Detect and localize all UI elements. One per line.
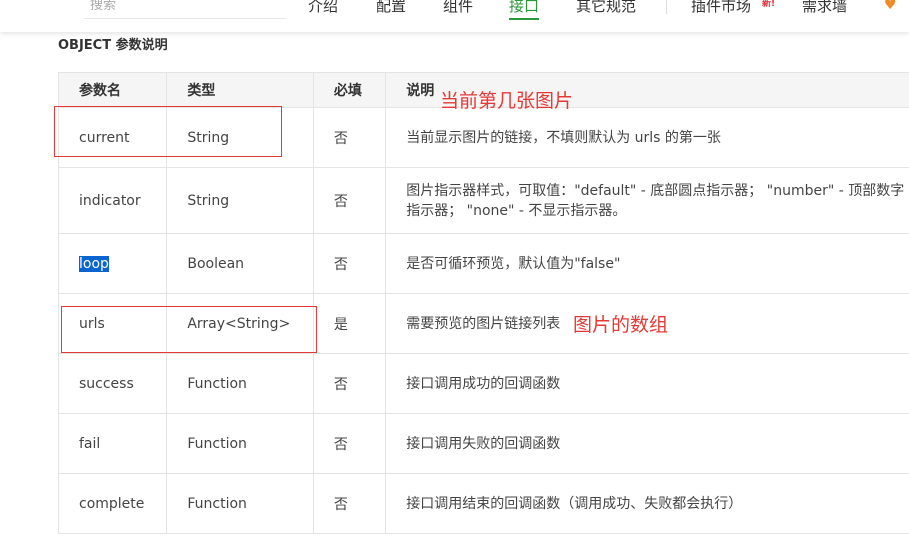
table-row: fail Function 否 接口调用失败的回调函数: [57, 413, 909, 474]
table-row: success Function 否 接口调用成功的回调函数: [57, 353, 909, 414]
param-desc-cell: 当前显示图片的链接，不填则默认为 urls 的第一张: [385, 107, 909, 168]
nav-item-other-specs[interactable]: 其它规范: [576, 0, 636, 16]
header-required: 必填: [312, 72, 387, 108]
param-desc-cell: 图片指示器样式，可取值："default" - 底部圆点指示器； "number…: [385, 167, 909, 234]
annotation-box-current: [54, 106, 282, 157]
param-desc-cell: 是否可循环预览，默认值为"false": [385, 233, 909, 294]
top-nav-bar: 搜索 介绍 配置 组件 接口 其它规范 插件市场 新! 需求墙 ♥: [0, 0, 909, 32]
nav-item-components[interactable]: 组件: [443, 0, 473, 16]
search-input[interactable]: 搜索: [84, 0, 286, 19]
header-type: 类型: [166, 72, 314, 108]
param-type-cell: String: [166, 167, 314, 234]
param-desc-cell: 接口调用成功的回调函数: [385, 353, 909, 414]
heart-icon[interactable]: ♥: [884, 0, 897, 13]
param-type-cell: Function: [166, 473, 314, 534]
annotation-current-note: 当前第几张图片: [440, 90, 574, 112]
param-required-cell: 否: [312, 233, 387, 294]
nav-item-plugin-market[interactable]: 插件市场: [691, 0, 751, 16]
param-desc-cell: 接口调用失败的回调函数: [385, 413, 909, 474]
param-required-cell: 否: [312, 413, 387, 474]
annotation-urls-note: 图片的数组: [573, 314, 669, 336]
param-required-cell: 否: [312, 167, 387, 234]
nav-item-intro[interactable]: 介绍: [308, 0, 338, 16]
param-required-cell: 否: [312, 107, 387, 168]
section-title: OBJECT 参数说明: [58, 38, 168, 53]
param-name-cell: complete: [57, 473, 168, 534]
table-row: indicator String 否 图片指示器样式，可取值："default"…: [57, 167, 909, 234]
param-required-cell: 是: [312, 293, 387, 354]
new-badge: 新!: [762, 0, 776, 9]
table-row: complete Function 否 接口调用结束的回调函数（调用成功、失败都…: [57, 473, 909, 534]
selected-text[interactable]: loop: [79, 255, 109, 272]
nav-divider: [666, 0, 667, 14]
param-name-cell: loop: [57, 233, 168, 294]
param-name-cell: success: [57, 353, 168, 414]
param-name-cell: fail: [57, 413, 168, 474]
header-param-name: 参数名: [57, 72, 168, 108]
param-name-cell: indicator: [57, 167, 168, 234]
nav-item-requirements[interactable]: 需求墙: [802, 0, 847, 16]
param-type-cell: Function: [166, 353, 314, 414]
param-required-cell: 否: [312, 353, 387, 414]
table-row: loop Boolean 否 是否可循环预览，默认值为"false": [57, 233, 909, 294]
param-type-cell: Function: [166, 413, 314, 474]
annotation-box-urls: [61, 306, 317, 353]
nav-item-config[interactable]: 配置: [376, 0, 406, 16]
param-desc-cell: 接口调用结束的回调函数（调用成功、失败都会执行）: [385, 473, 909, 534]
param-type-cell: Boolean: [166, 233, 314, 294]
nav-item-api[interactable]: 接口: [509, 0, 540, 20]
param-required-cell: 否: [312, 473, 387, 534]
